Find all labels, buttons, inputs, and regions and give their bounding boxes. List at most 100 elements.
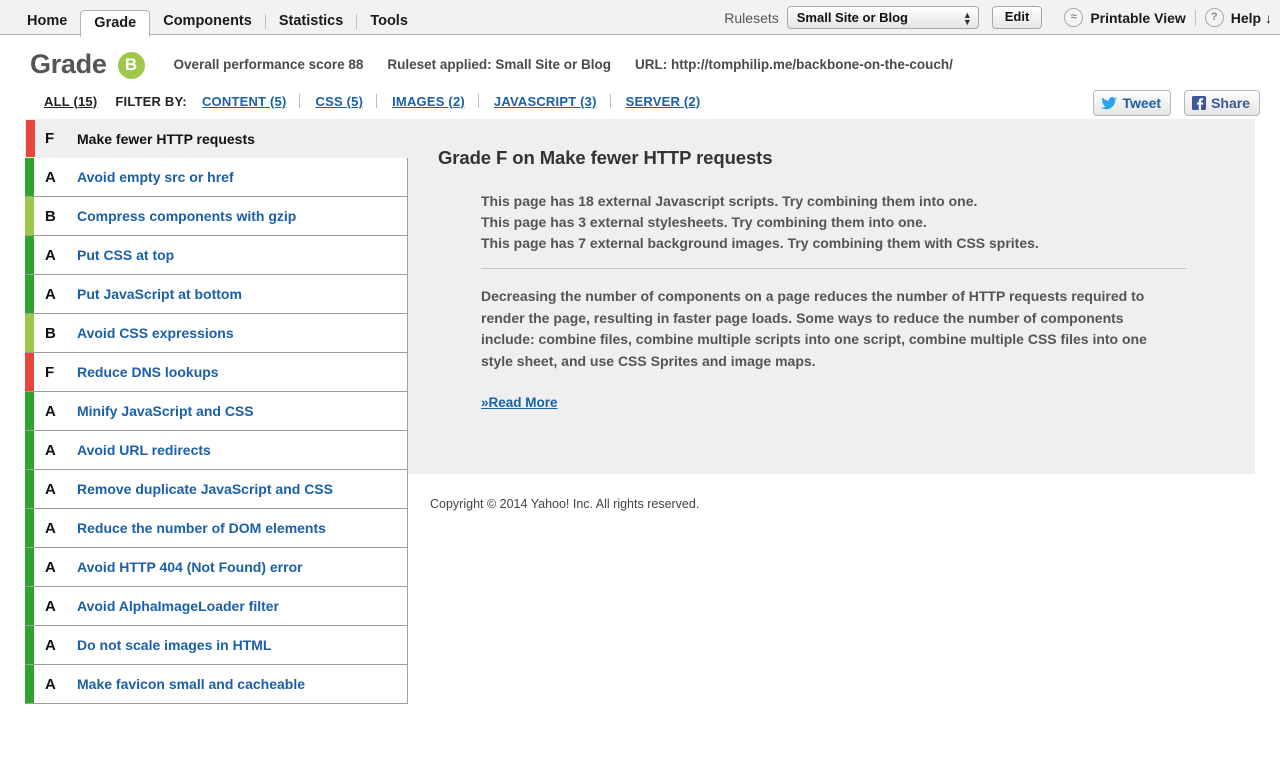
rule-grade-letter: A [45, 597, 56, 615]
rule-label: Reduce DNS lookups [77, 364, 219, 380]
tweet-label: Tweet [1122, 95, 1162, 111]
rule-label: Make favicon small and cacheable [77, 676, 305, 692]
rule-grade-color-bar [25, 236, 34, 274]
rule-row[interactable]: F Reduce DNS lookups [25, 353, 408, 392]
rule-label: Put JavaScript at bottom [77, 286, 242, 302]
tab-statistics[interactable]: Statistics [266, 9, 356, 36]
filter-divider [609, 94, 611, 108]
rule-grade-letter: A [45, 636, 56, 654]
rule-grade-color-bar [25, 626, 34, 664]
rule-label: Avoid CSS expressions [77, 325, 234, 341]
rule-grade-letter: A [45, 519, 56, 537]
rule-grade-letter: A [45, 675, 56, 693]
rule-label: Avoid HTTP 404 (Not Found) error [77, 559, 303, 575]
rule-row[interactable]: F Make fewer HTTP requests [25, 119, 408, 158]
rule-grade-color-bar [25, 548, 34, 586]
edit-ruleset-button[interactable]: Edit [991, 6, 1043, 29]
rule-grade-letter: B [45, 324, 56, 342]
share-label: Share [1211, 95, 1250, 111]
help-label: Help ↓ [1230, 9, 1272, 26]
rule-row[interactable]: A Make favicon small and cacheable [25, 665, 408, 704]
tab-grade[interactable]: Grade [80, 10, 151, 37]
rule-label: Reduce the number of DOM elements [77, 520, 326, 536]
detail-description: Decreasing the number of components on a… [481, 288, 1147, 369]
detail-fact-line: This page has 18 external Javascript scr… [481, 193, 978, 209]
rule-grade-color-bar [25, 587, 34, 625]
filter-divider [299, 94, 301, 108]
rule-grade-letter: A [45, 558, 56, 576]
rule-grade-color-bar [25, 665, 34, 703]
main-tabs: Home Grade Components Statistics Tools [14, 9, 421, 37]
tab-home[interactable]: Home [14, 9, 80, 36]
copyright-text: Copyright © 2014 Yahoo! Inc. All rights … [430, 497, 700, 511]
rule-row[interactable]: A Minify JavaScript and CSS [25, 392, 408, 431]
rule-label: Avoid AlphaImageLoader filter [77, 598, 279, 614]
rule-label: Minify JavaScript and CSS [77, 403, 254, 419]
rulesets-label: Rulesets [724, 9, 779, 26]
rule-row[interactable]: A Avoid AlphaImageLoader filter [25, 587, 408, 626]
tab-components[interactable]: Components [150, 9, 265, 36]
page-title: Grade [30, 48, 107, 79]
filter-divider [376, 94, 378, 108]
ruleset-applied-text: Ruleset applied: Small Site or Blog [387, 56, 611, 72]
rule-row[interactable]: B Compress components with gzip [25, 197, 408, 236]
rule-label: Make fewer HTTP requests [77, 130, 255, 147]
analyzed-url-text: URL: http://tomphilip.me/backbone-on-the… [634, 56, 953, 72]
rule-grade-letter: F [45, 130, 55, 147]
rule-grade-letter: A [45, 441, 56, 459]
detail-title: Grade F on Make fewer HTTP requests [438, 147, 773, 168]
rule-row[interactable]: A Remove duplicate JavaScript and CSS [25, 470, 408, 509]
filter-link-css[interactable]: CSS (5) [315, 94, 363, 109]
rule-row[interactable]: A Reduce the number of DOM elements [25, 509, 408, 548]
read-more-link[interactable]: »Read More [481, 395, 558, 410]
facebook-icon [1192, 96, 1207, 110]
rule-grade-letter: A [45, 246, 56, 264]
rule-label: Put CSS at top [77, 247, 175, 263]
rule-grade-letter: F [45, 363, 55, 381]
filter-link-images[interactable]: IMAGES (2) [392, 94, 465, 109]
rule-row[interactable]: B Avoid CSS expressions [25, 314, 408, 353]
tweet-button[interactable]: Tweet [1093, 90, 1172, 116]
ruleset-select-value: Small Site or Blog [796, 10, 908, 25]
filter-link-javascript[interactable]: JAVASCRIPT (3) [494, 94, 597, 109]
printable-view-label: Printable View [1090, 9, 1186, 26]
ruleset-select[interactable]: Small Site or Blog ▲ ▼ [786, 6, 979, 29]
select-stepper-arrows-icon: ▲ ▼ [962, 9, 972, 27]
rule-label: Remove duplicate JavaScript and CSS [77, 481, 333, 497]
detail-fact-line: This page has 7 external background imag… [481, 235, 1039, 251]
question-circle-icon: ? [1204, 8, 1224, 27]
rule-label: Do not scale images in HTML [77, 637, 272, 653]
rule-row[interactable]: A Avoid empty src or href [25, 158, 408, 197]
top-navigation-bar: Home Grade Components Statistics Tools Rules… [0, 0, 1280, 37]
rule-row[interactable]: A Put CSS at top [25, 236, 408, 275]
grade-header: Grade B Overall performance score 88 Rul… [0, 35, 1280, 83]
rule-grade-letter: A [45, 480, 56, 498]
rule-grade-color-bar [25, 470, 34, 508]
twitter-bird-icon [1101, 96, 1118, 109]
printable-view-link[interactable]: ≈ Printable View [1064, 8, 1186, 27]
rule-grade-color-bar [25, 509, 34, 547]
filter-link-content[interactable]: CONTENT (5) [202, 94, 287, 109]
rule-label: Avoid URL redirects [77, 442, 211, 458]
overall-grade-badge: B [117, 51, 145, 79]
detail-fact-line: This page has 3 external stylesheets. Tr… [481, 214, 927, 230]
share-button[interactable]: Share [1184, 90, 1260, 116]
help-link[interactable]: ? Help ↓ [1204, 8, 1272, 27]
rule-list: F Make fewer HTTP requests A Avoid empty sr… [25, 119, 408, 704]
rule-grade-color-bar [25, 158, 34, 196]
topbar-right-controls: Rulesets Small Site or Blog ▲ ▼ Edit ≈ Pr… [724, 0, 1272, 35]
filter-link-server[interactable]: SERVER (2) [626, 94, 701, 109]
rule-label: Compress components with gzip [77, 208, 297, 224]
rule-detail-panel: Grade F on Make fewer HTTP requests This… [408, 119, 1255, 474]
rule-row[interactable]: A Avoid URL redirects [25, 431, 408, 470]
approx-circle-icon: ≈ [1064, 8, 1084, 27]
detail-facts: This page has 18 external Javascript scr… [481, 191, 1187, 269]
rule-grade-color-bar [25, 353, 34, 391]
rule-grade-color-bar [25, 314, 34, 352]
rule-row[interactable]: A Do not scale images in HTML [25, 626, 408, 665]
filter-links: CONTENT (5) CSS (5) IMAGES (2) JAVASCRIPT (… [187, 94, 700, 109]
tab-tools[interactable]: Tools [357, 9, 421, 36]
rule-row[interactable]: A Put JavaScript at bottom [25, 275, 408, 314]
rule-row[interactable]: A Avoid HTTP 404 (Not Found) error [25, 548, 408, 587]
filter-all-link[interactable]: ALL (15) [44, 94, 97, 109]
